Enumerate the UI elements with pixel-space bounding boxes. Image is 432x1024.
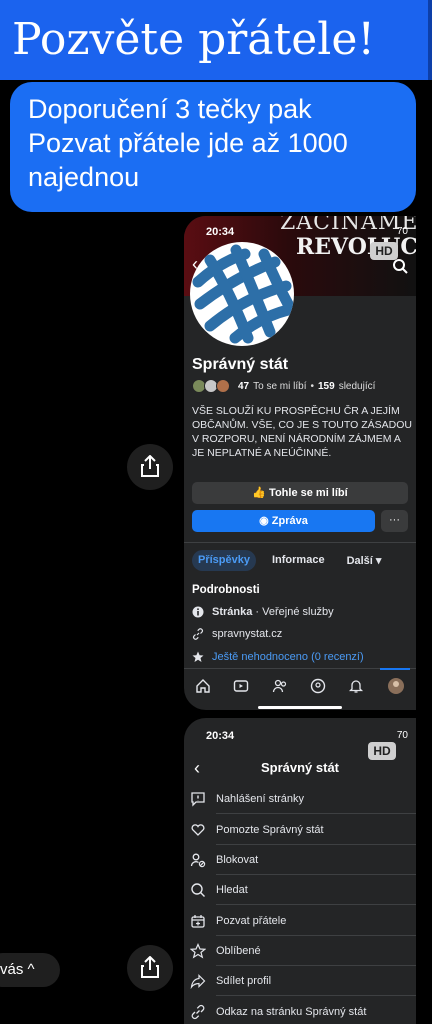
menu-item-label: Pozvat přátele (216, 906, 416, 936)
report-icon (191, 792, 205, 807)
header-edge (428, 0, 432, 80)
home-icon[interactable] (195, 678, 211, 694)
menu-item-label: Pomozte Správný stát (216, 815, 416, 845)
page-screenshot: ZAČÍNÁME REVOLUC 20:34 70 HD ‹ Správný s… (184, 216, 416, 710)
share-button[interactable] (127, 945, 173, 991)
share-button[interactable] (127, 444, 173, 490)
divider (184, 542, 416, 543)
cover-text-line2: REVOLUC (296, 234, 416, 260)
page-logo[interactable] (190, 242, 294, 346)
menu-item-block[interactable]: Blokovat (190, 845, 416, 875)
menu-item-invite[interactable]: Pozvat přátele (190, 906, 416, 936)
star-icon (192, 651, 204, 662)
message-button-label: Zpráva (271, 515, 308, 527)
detail-rating-text[interactable]: Ještě nehodnoceno (0 recenzí) (212, 651, 364, 663)
block-user-icon (190, 853, 206, 868)
thumbs-up-icon: 👍 (252, 487, 270, 499)
avatar (216, 379, 230, 393)
followers-label: sledující (338, 380, 376, 392)
search-icon[interactable] (392, 258, 408, 274)
status-time: 20:34 (206, 226, 235, 238)
menu-item-favorites[interactable]: Oblíbené (190, 936, 416, 966)
menu-item-label: Sdílet profil (216, 966, 416, 996)
tab-info[interactable]: Informace (266, 550, 331, 571)
menu-item-label: Blokovat (216, 845, 416, 875)
status-battery: 70 (396, 730, 408, 741)
menu-item-label: Nahlášení stránky (216, 784, 416, 814)
expand-pill[interactable]: vás ^ (0, 953, 60, 987)
detail-category: Stránka · Veřejné služby (192, 606, 334, 618)
menu-item-support[interactable]: Pomozte Správný stát (190, 815, 416, 845)
link-icon (191, 1004, 205, 1020)
hd-badge: HD (368, 742, 396, 760)
star-icon (190, 943, 206, 959)
weave-logo-icon (192, 244, 294, 344)
more-button[interactable]: ··· (381, 510, 408, 532)
menu-item-search[interactable]: Hledat (190, 875, 416, 905)
detail-website[interactable]: spravnystat.cz (192, 628, 282, 640)
status-battery: 70 (396, 226, 408, 237)
bottom-nav (184, 668, 416, 702)
detail-website-url[interactable]: spravnystat.cz (212, 628, 282, 640)
menu-item-page-link[interactable]: Odkaz na stránku Správný stát (190, 997, 416, 1024)
page-tabs: Příspěvky Informace Další ▾ (192, 550, 387, 571)
menu-item-report[interactable]: Nahlášení stránky (190, 784, 416, 814)
messenger-icon: ◉ (259, 515, 272, 527)
details-heading: Podrobnosti (192, 584, 260, 596)
like-button-label: Tohle se mi líbí (269, 487, 348, 499)
message-text: Doporučení 3 tečky pak Pozvat přátele jd… (28, 94, 348, 192)
search-icon (191, 883, 205, 897)
invite-icon (191, 915, 205, 928)
profile-icon[interactable] (387, 677, 405, 695)
like-button[interactable]: 👍 Tohle se mi líbí (192, 482, 408, 504)
bell-icon[interactable] (348, 678, 364, 694)
heart-hand-icon (191, 824, 205, 836)
menu-item-share-profile[interactable]: Sdílet profil (190, 966, 416, 996)
cover-text-line1: ZAČÍNÁME (280, 216, 416, 235)
page-description: VŠE SLOUŽÍ KU PROSPĚCHU ČR A JEJÍM OBČAN… (192, 405, 412, 459)
tab-more[interactable]: Další ▾ (341, 550, 388, 571)
share-icon (141, 455, 159, 477)
stats-separator: • (310, 380, 314, 392)
tab-posts[interactable]: Příspěvky (192, 550, 256, 571)
menu-item-label: Hledat (216, 875, 416, 905)
video-icon[interactable] (233, 678, 249, 694)
page-stats: 47 To se mi líbí • 159 sledující (192, 379, 375, 393)
header-title: Pozvěte přátele! (12, 14, 376, 65)
share-arrow-icon (190, 974, 206, 989)
menu-item-label: Oblíbené (216, 936, 416, 966)
message-button[interactable]: ◉ Zpráva (192, 510, 375, 532)
status-time: 20:34 (206, 730, 235, 742)
detail-rating[interactable]: Ještě nehodnoceno (0 recenzí) (192, 651, 364, 663)
header-banner: Pozvěte přátele! (0, 0, 432, 80)
active-tab-indicator (380, 668, 410, 670)
menu-screenshot: 20:34 70 HD ‹ Správný stát Nahlášení str… (184, 718, 416, 1024)
likes-label: To se mi líbí (253, 380, 307, 392)
link-icon (193, 628, 203, 640)
detail-category-type: Stránka (212, 606, 253, 618)
menu-title: Správný stát (260, 760, 340, 775)
home-indicator (258, 706, 342, 709)
followers-count: 159 (318, 380, 335, 392)
share-icon (141, 956, 159, 978)
message-bubble: Doporučení 3 tečky pak Pozvat přátele jd… (10, 82, 416, 212)
detail-category-value: · Veřejné služby (252, 606, 334, 618)
page-name: Správný stát (192, 356, 289, 373)
info-icon (192, 606, 204, 618)
friends-icon[interactable] (272, 678, 288, 694)
likes-count: 47 (238, 380, 250, 392)
menu-item-label: Odkaz na stránku Správný stát (216, 997, 416, 1024)
groups-icon[interactable] (310, 678, 326, 694)
